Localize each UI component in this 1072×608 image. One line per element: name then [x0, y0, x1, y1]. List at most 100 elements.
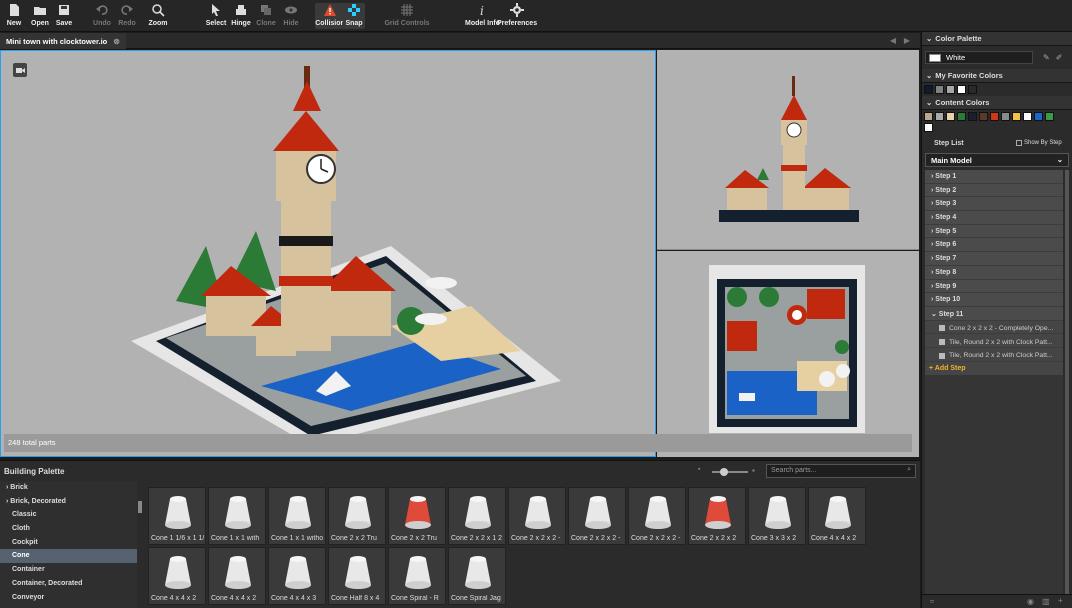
part-tile[interactable]: Cone 2 x 2 Tru — [328, 487, 386, 545]
color-swatch[interactable] — [957, 85, 966, 94]
color-swatch[interactable] — [1001, 112, 1010, 121]
step-item[interactable]: › Step 10 — [925, 293, 1063, 307]
color-swatch[interactable] — [968, 112, 977, 121]
redo-button[interactable]: Redo — [116, 3, 138, 29]
color-swatch[interactable] — [935, 112, 944, 121]
part-tile[interactable]: Cone 4 x 4 x 3 — [268, 547, 326, 605]
eye-icon[interactable]: ◉ — [1027, 597, 1034, 606]
main-3d-viewport[interactable] — [0, 50, 656, 457]
snap-button[interactable]: Snap — [343, 3, 365, 29]
selected-color-field[interactable]: White — [925, 51, 1033, 64]
part-tile[interactable]: Cone 2 x 2 x 2 - — [628, 487, 686, 545]
open-button[interactable]: Open — [29, 3, 51, 29]
category-item[interactable]: Conveyor — [0, 591, 137, 605]
step-part-item[interactable]: Cone 2 x 2 x 2 - Completely Ope... — [925, 320, 1063, 335]
preferences-button[interactable]: Preferences — [497, 3, 537, 29]
category-item[interactable]: Container — [0, 563, 137, 577]
model-info-button[interactable]: i Model Info — [465, 3, 500, 29]
color-swatch[interactable] — [924, 112, 933, 121]
step-item[interactable]: › Step 4 — [925, 211, 1063, 225]
color-swatch[interactable] — [924, 123, 933, 132]
category-item[interactable]: Cockpit — [0, 536, 137, 550]
select-button[interactable]: Select — [204, 3, 228, 29]
model-select[interactable]: Main Model ⌄ — [925, 153, 1069, 167]
part-tile[interactable]: Cone 2 x 2 x 2 - — [508, 487, 566, 545]
hinge-button[interactable]: Hinge — [229, 3, 253, 29]
color-swatch[interactable] — [990, 112, 999, 121]
grid-controls-button[interactable]: Grid Controls — [384, 3, 430, 29]
pencil-icon[interactable]: ✐ — [1056, 53, 1063, 62]
clone-button[interactable]: Clone — [254, 3, 278, 29]
part-tile[interactable]: Cone 4 x 4 x 2 — [808, 487, 866, 545]
color-swatch[interactable] — [924, 85, 933, 94]
color-swatch[interactable] — [946, 85, 955, 94]
step-part-item[interactable]: Tile, Round 2 x 2 with Clock Patt... — [925, 347, 1063, 362]
add-icon[interactable]: + — [1058, 596, 1063, 605]
part-tile[interactable]: Cone 4 x 4 x 2 — [208, 547, 266, 605]
part-tile[interactable]: Cone 2 x 2 x 1 2 — [448, 487, 506, 545]
tab-prev-icon[interactable]: ◀ — [888, 36, 898, 46]
part-tile[interactable]: Cone 1 1/6 x 1 1/ — [148, 487, 206, 545]
small-grid-icon[interactable]: ▪ — [698, 466, 700, 473]
color-swatch[interactable] — [1045, 112, 1054, 121]
part-tile[interactable]: Cone 1 x 1 witho — [268, 487, 326, 545]
part-search-input[interactable]: Search parts... ⌕ — [766, 464, 916, 478]
category-item[interactable]: Container, Decorated — [0, 577, 137, 591]
trash-icon[interactable]: ▥ — [1042, 597, 1050, 606]
part-tile[interactable]: Cone 2 x 2 Tru — [388, 487, 446, 545]
show-by-step-checkbox[interactable] — [1016, 140, 1022, 146]
eyedropper-icon[interactable]: ✎ — [1043, 53, 1050, 62]
category-scrollbar[interactable] — [138, 501, 142, 513]
add-step-button[interactable]: + Add Step — [925, 361, 1063, 375]
step-item[interactable]: › Step 9 — [925, 279, 1063, 294]
favorite-colors-header[interactable]: ⌄ My Favorite Colors — [922, 69, 1072, 83]
collision-button[interactable]: Collision — [315, 3, 345, 29]
step-item[interactable]: › Step 8 — [925, 265, 1063, 280]
color-swatch[interactable] — [979, 112, 988, 121]
large-grid-icon[interactable]: ▪ — [752, 466, 755, 475]
step-part-item[interactable]: Tile, Round 2 x 2 with Clock Patt... — [925, 334, 1063, 348]
category-item[interactable]: Classic — [0, 508, 137, 522]
step-item[interactable]: › Step 2 — [925, 183, 1063, 198]
save-button[interactable]: Save — [54, 3, 74, 29]
close-tab-icon[interactable]: ⊗ — [113, 37, 120, 46]
slider-handle[interactable] — [720, 468, 728, 476]
part-tile[interactable]: Cone 4 x 4 x 2 — [148, 547, 206, 605]
step-item[interactable]: › Step 1 — [925, 170, 1063, 184]
part-tile[interactable]: Cone 3 x 3 x 2 — [748, 487, 806, 545]
document-tab[interactable]: Mini town with clocktower.io ⊗ — [0, 33, 126, 49]
undo-button[interactable]: Undo — [91, 3, 113, 29]
step-item[interactable]: › Step 5 — [925, 224, 1063, 239]
color-swatch[interactable] — [946, 112, 955, 121]
hide-button[interactable]: Hide — [279, 3, 303, 29]
part-tile[interactable]: Cone Spiral Jag — [448, 547, 506, 605]
category-item[interactable]: › Brick — [0, 481, 137, 495]
step-item[interactable]: › Step 7 — [925, 252, 1063, 266]
color-palette-header[interactable]: ⌄ Color Palette — [922, 32, 1072, 46]
color-swatch[interactable] — [957, 112, 966, 121]
category-item[interactable]: Cone — [0, 549, 137, 564]
part-tile[interactable]: Cone Spiral - R — [388, 547, 446, 605]
part-tile[interactable]: Cone 1 x 1 with — [208, 487, 266, 545]
top-view-panel[interactable] — [657, 251, 919, 457]
category-item[interactable]: Cloth — [0, 522, 137, 536]
color-swatch[interactable] — [1034, 112, 1043, 121]
thumbnail-size-slider[interactable] — [712, 468, 748, 476]
tab-next-icon[interactable]: ▶ — [902, 36, 912, 46]
content-colors-header[interactable]: ⌄ Content Colors — [922, 96, 1072, 110]
step-item[interactable]: › Step 6 — [925, 238, 1063, 253]
step-item[interactable]: › Step 3 — [925, 197, 1063, 212]
step-list-scrollbar[interactable] — [1065, 170, 1069, 594]
front-view-panel[interactable] — [657, 50, 919, 250]
color-swatch[interactable] — [1012, 112, 1021, 121]
color-swatch[interactable] — [968, 85, 977, 94]
new-button[interactable]: New — [4, 3, 24, 29]
category-item[interactable]: › Brick, Decorated — [0, 495, 137, 509]
step-item[interactable]: ⌄ Step 11 — [925, 306, 1063, 321]
part-tile[interactable]: Cone Half 8 x 4 — [328, 547, 386, 605]
color-swatch[interactable] — [935, 85, 944, 94]
part-tile[interactable]: Cone 2 x 2 x 2 - — [568, 487, 626, 545]
show-by-step-toggle[interactable]: Show By Step — [1016, 140, 1062, 146]
part-tile[interactable]: Cone 2 x 2 x 2 — [688, 487, 746, 545]
collapse-icon[interactable]: ≈ — [930, 597, 934, 606]
